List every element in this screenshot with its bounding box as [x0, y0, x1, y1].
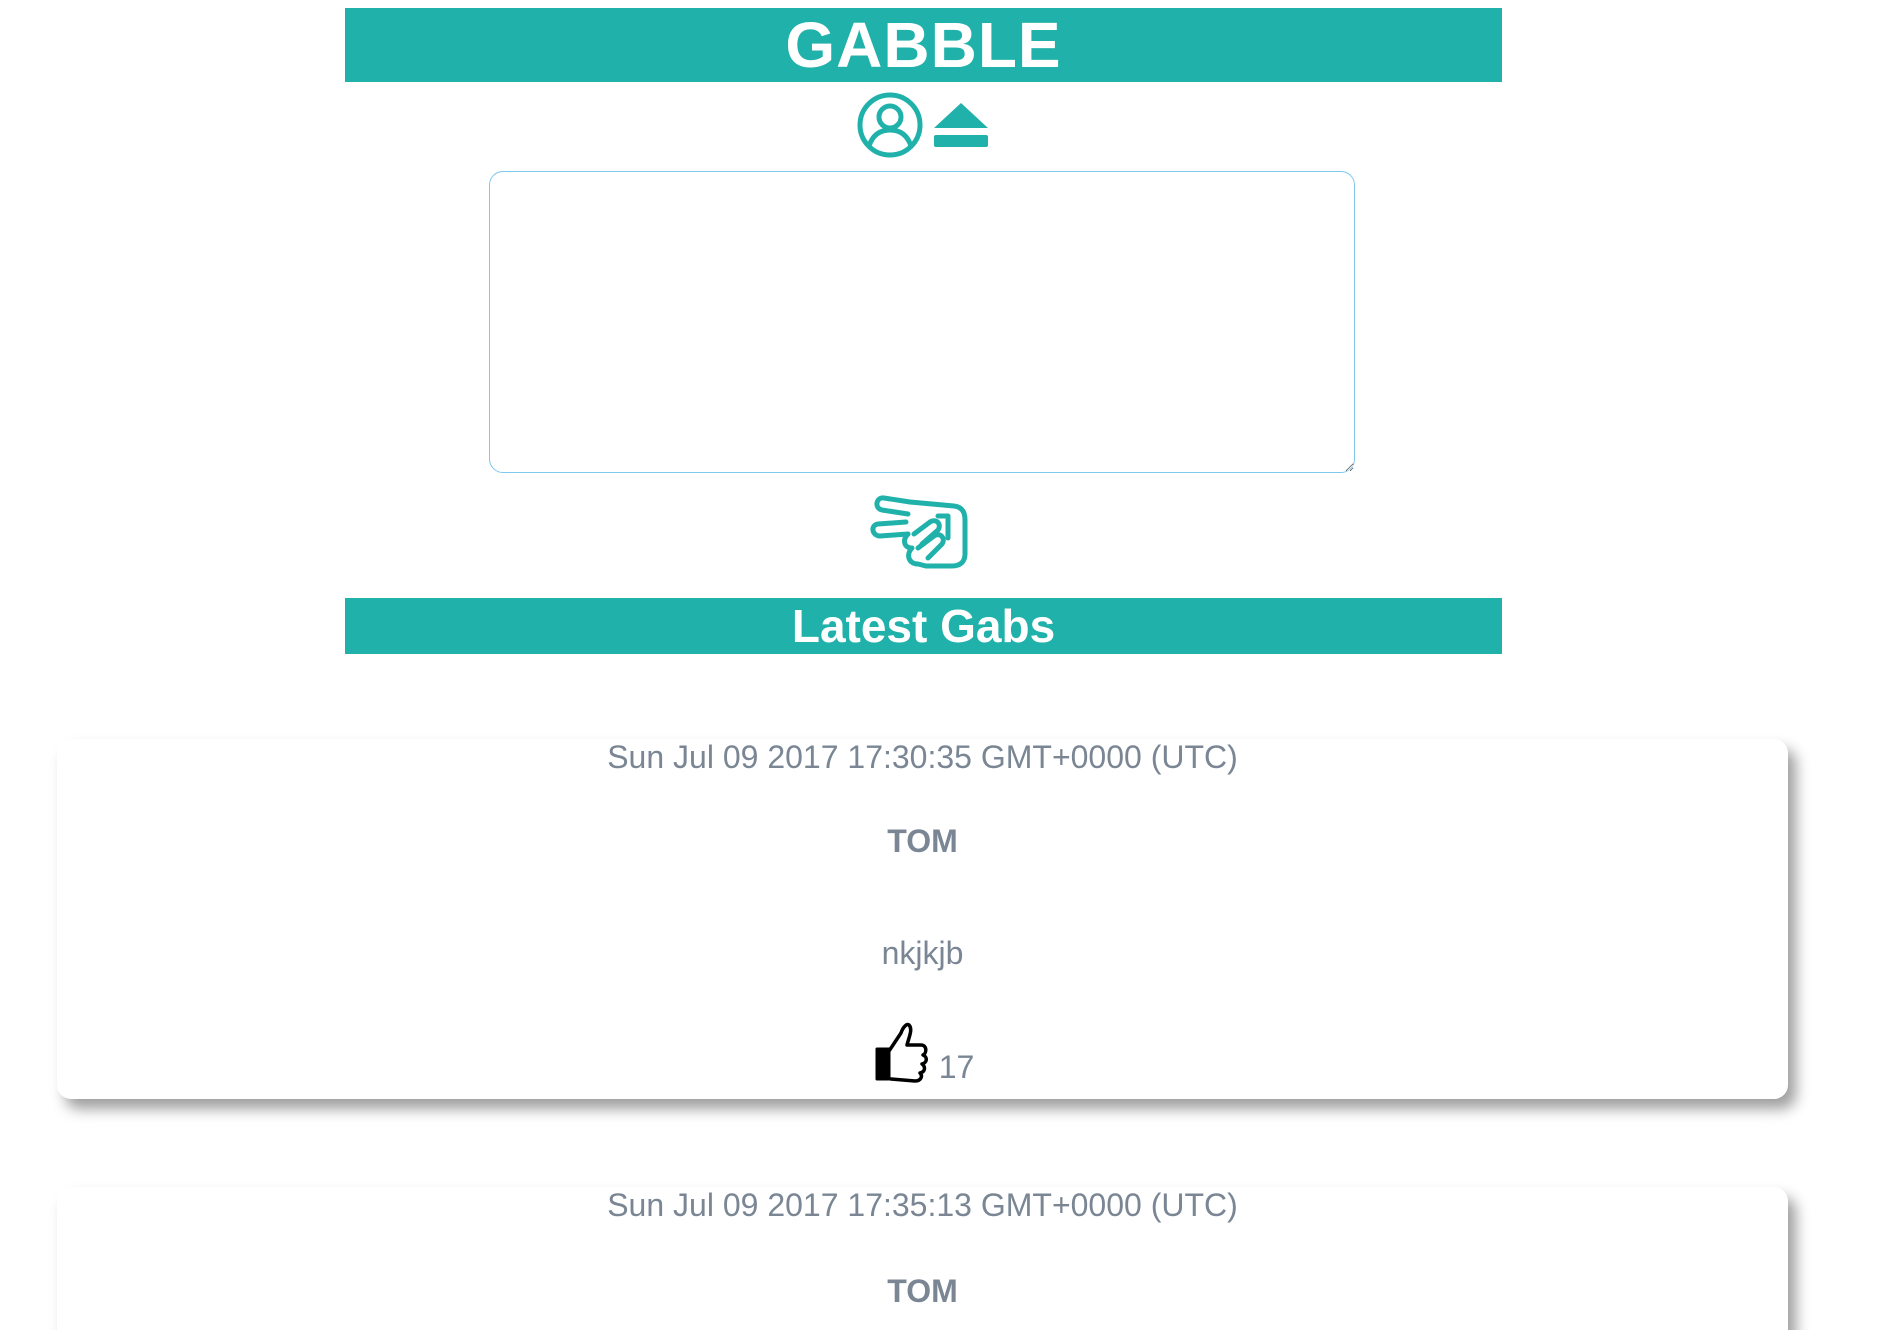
peace-hand-icon[interactable]: [870, 492, 974, 582]
gab-text: nkjkjb: [881, 935, 964, 971]
gab-card: Sun Jul 09 2017 17:35:13 GMT+0000 (UTC) …: [57, 1187, 1788, 1330]
user-circle-icon[interactable]: [857, 92, 923, 158]
gab-likes: 17: [57, 1021, 1788, 1085]
thumbs-up-icon[interactable]: [871, 1021, 929, 1083]
app-title: GABBLE: [345, 8, 1502, 82]
gab-username[interactable]: TOM: [57, 823, 1788, 859]
gab-date: Sun Jul 09 2017 17:30:35 GMT+0000 (UTC): [607, 739, 1238, 775]
gab-card: Sun Jul 09 2017 17:30:35 GMT+0000 (UTC) …: [57, 739, 1788, 1099]
gab-username[interactable]: TOM: [57, 1273, 1788, 1309]
like-count: 17: [938, 1049, 975, 1085]
gab-date: Sun Jul 09 2017 17:35:13 GMT+0000 (UTC): [607, 1187, 1238, 1223]
gab-compose-textarea[interactable]: [489, 171, 1355, 473]
eject-icon[interactable]: [931, 100, 991, 150]
header-icons: [0, 92, 1848, 158]
gabble-page: GABBLE Latest Gabs Sun Jul 09 2017 17:30…: [0, 0, 1882, 1330]
feed-heading: Latest Gabs: [345, 598, 1502, 654]
